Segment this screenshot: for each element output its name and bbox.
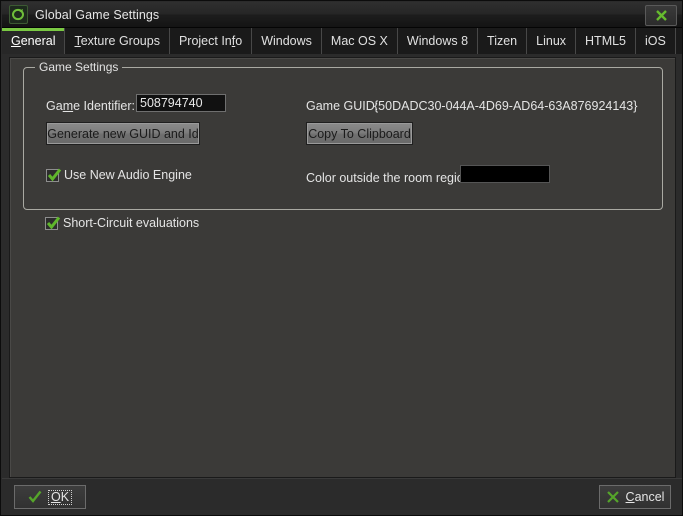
game-guid-label: Game GUID: [306, 99, 379, 113]
game-identifier-input[interactable] [136, 94, 226, 112]
tab-ios[interactable]: iOS [636, 28, 676, 54]
checkmark-icon [28, 490, 42, 503]
tab-windows[interactable]: Windows [252, 28, 322, 54]
generate-new-guid-button[interactable]: Generate new GUID and Id [46, 122, 200, 145]
global-game-settings-window: Global Game Settings General Texture Gro… [0, 0, 683, 516]
copy-to-clipboard-button[interactable]: Copy To Clipboard [306, 122, 413, 145]
cancel-label: Cancel [625, 490, 665, 504]
tab-project-info[interactable]: Project Info [169, 28, 253, 54]
checkbox-box [46, 168, 62, 182]
tab-label: General [11, 34, 56, 48]
ok-label: OK [47, 489, 73, 505]
tab-windows-8[interactable]: Windows 8 [397, 28, 479, 54]
tab-android[interactable]: Android [675, 28, 682, 54]
checkmark-icon [47, 168, 62, 181]
tab-texture-groups[interactable]: Texture Groups [65, 28, 170, 54]
gamemaker-logo-icon [9, 5, 28, 24]
tab-label: Tizen [487, 34, 518, 48]
dialog-footer: OK Cancel [2, 478, 682, 514]
color-outside-room-label: Color outside the room region: [306, 171, 475, 185]
tab-label: HTML5 [585, 34, 627, 48]
tab-label: Windows [261, 34, 312, 48]
group-title: Game Settings [35, 60, 123, 74]
color-outside-room-swatch[interactable] [460, 165, 550, 183]
general-tab-page: Game Settings Game Identifier: Generate … [9, 57, 676, 478]
use-new-audio-engine-checkbox[interactable]: Use New Audio Engine [46, 168, 192, 182]
tab-label: Linux [536, 34, 567, 48]
copy-to-clipboard-label: Copy To Clipboard [308, 126, 411, 141]
tab-mac-os-x[interactable]: Mac OS X [321, 28, 398, 54]
checkbox-box [45, 216, 61, 230]
tab-label: Texture Groups [74, 34, 160, 48]
tab-html5[interactable]: HTML5 [576, 28, 637, 54]
short-circuit-evaluations-checkbox[interactable]: Short-Circuit evaluations [45, 216, 199, 230]
tab-tizen[interactable]: Tizen [478, 28, 528, 54]
cancel-button[interactable]: Cancel [599, 485, 671, 509]
close-button[interactable] [645, 5, 677, 26]
tab-label: Project Info [178, 34, 243, 48]
window-title: Global Game Settings [35, 7, 160, 22]
ok-button[interactable]: OK [14, 485, 86, 509]
tab-label: Windows 8 [406, 34, 469, 48]
checkmark-icon [46, 216, 61, 229]
use-new-audio-engine-label: Use New Audio Engine [64, 168, 192, 182]
game-settings-group: Game Settings Game Identifier: Generate … [23, 60, 663, 210]
close-icon [655, 10, 667, 21]
tab-label: Mac OS X [330, 34, 388, 48]
cancel-x-icon [606, 491, 619, 503]
game-identifier-label: Game Identifier: [46, 99, 135, 113]
title-bar[interactable]: Global Game Settings [2, 2, 682, 28]
tab-general[interactable]: General [2, 28, 66, 54]
short-circuit-evaluations-label: Short-Circuit evaluations [63, 216, 200, 230]
generate-new-guid-label: Generate new GUID and Id [47, 126, 199, 141]
game-guid-value: {50DADC30-044A-4D69-AD64-63A876924143} [374, 99, 638, 113]
tab-linux[interactable]: Linux [527, 28, 577, 54]
tab-label: iOS [645, 34, 666, 48]
tab-strip[interactable]: General Texture Groups Project Info Wind… [2, 28, 682, 54]
